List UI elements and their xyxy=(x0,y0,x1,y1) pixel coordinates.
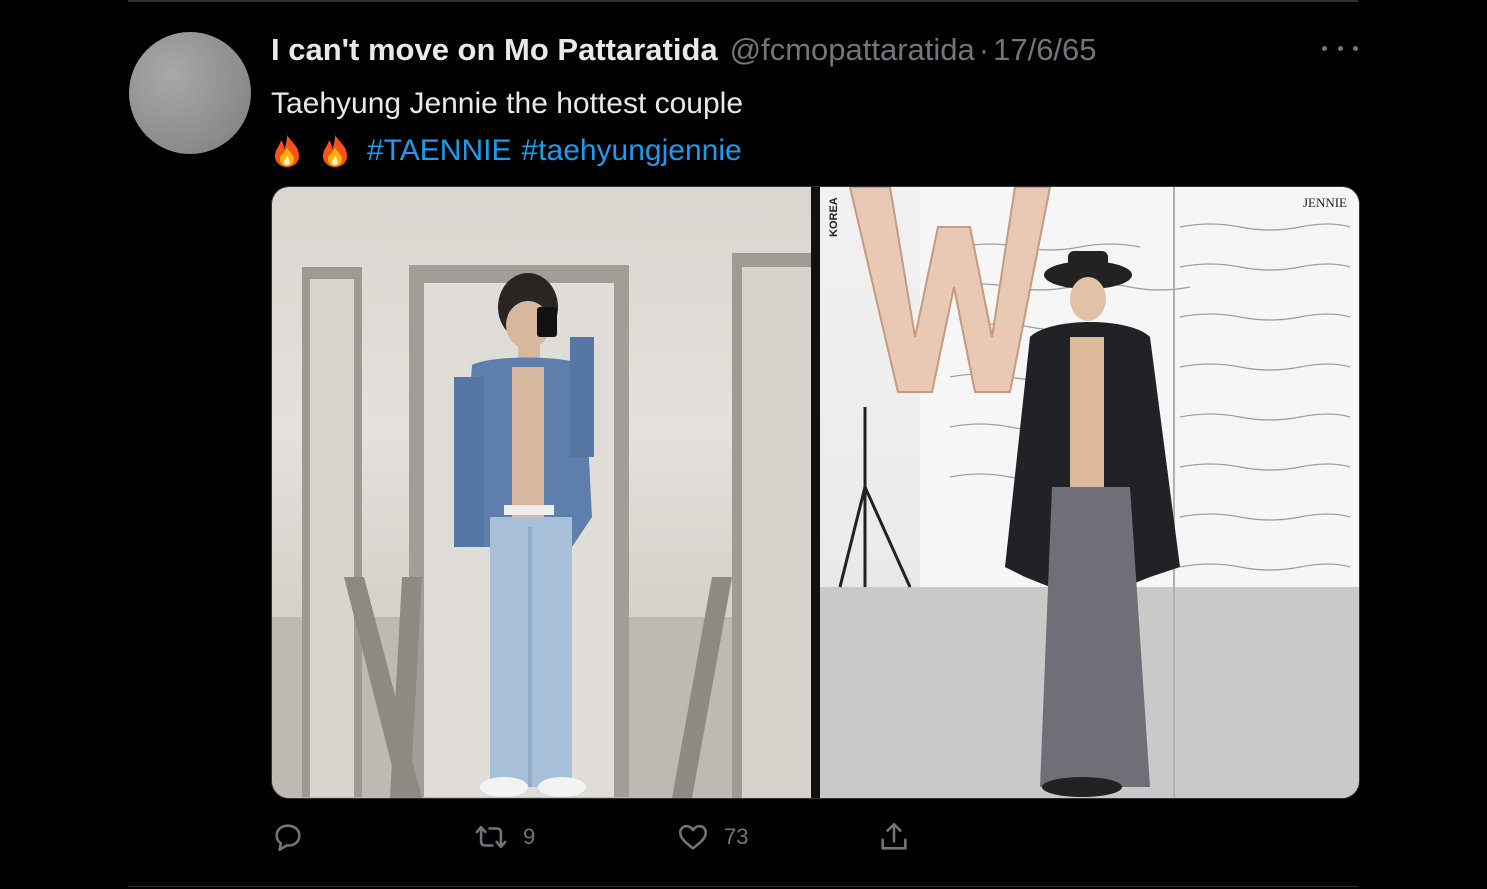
separator-dot: · xyxy=(978,32,990,67)
tweet-header: I can't move on Mo Pattaratida @fcmopatt… xyxy=(271,28,1097,72)
magazine-cover-name: JENNIE xyxy=(1302,195,1347,210)
reply-button[interactable] xyxy=(271,814,305,860)
timeline-top-border xyxy=(128,0,1358,2)
heart-icon xyxy=(678,824,708,850)
share-icon xyxy=(881,822,907,850)
like-button[interactable]: 73 xyxy=(676,814,748,860)
tweet-tags-line: #TAENNIE #taehyungjennie xyxy=(271,127,1351,174)
avatar[interactable] xyxy=(129,32,251,154)
left-photo[interactable] xyxy=(272,187,811,798)
magazine-country-label: KOREA xyxy=(828,197,840,237)
right-photo[interactable]: KOREA JENNIE xyxy=(820,187,1359,798)
tweet-actions: 9 73 xyxy=(271,814,1358,860)
hashtag-link[interactable]: #TAENNIE xyxy=(367,127,511,174)
fire-emoji-icon xyxy=(275,134,299,167)
share-button[interactable] xyxy=(877,814,911,860)
retweet-button[interactable]: 9 xyxy=(473,814,535,860)
tweet-date[interactable]: 17/6/65 xyxy=(993,32,1096,68)
tweet-media[interactable]: KOREA JENNIE xyxy=(271,186,1360,799)
like-count: 73 xyxy=(724,824,749,849)
tweet-body: Taehyung Jennie the hottest couple #TAEN… xyxy=(271,80,1351,174)
more-options-icon[interactable] xyxy=(1322,34,1358,62)
tweet-text: Taehyung Jennie the hottest couple xyxy=(271,87,744,120)
author-display-name[interactable]: I can't move on Mo Pattaratida xyxy=(271,32,718,68)
timeline-bottom-border xyxy=(128,886,1358,887)
magazine-cover-illustration xyxy=(820,187,1359,798)
author-handle[interactable]: @fcmopattaratida xyxy=(730,32,975,68)
retweet-icon xyxy=(475,825,507,849)
mirror-selfie-illustration xyxy=(272,253,811,798)
retweet-count: 9 xyxy=(523,824,536,849)
reply-icon xyxy=(275,824,301,852)
hashtag-link[interactable]: #taehyungjennie xyxy=(521,127,741,174)
fire-emoji-icon xyxy=(323,134,347,167)
